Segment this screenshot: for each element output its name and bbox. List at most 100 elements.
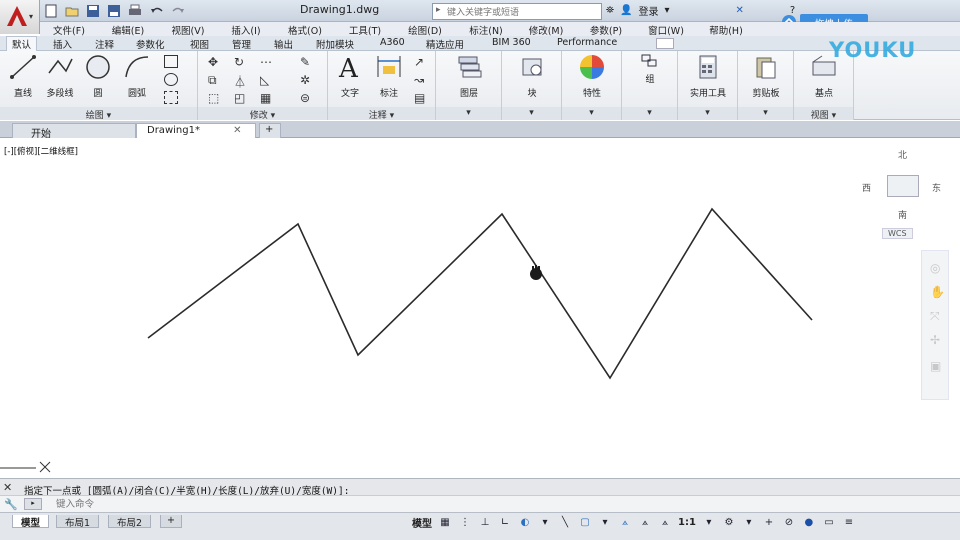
tab-insert[interactable]: 插入: [53, 37, 72, 51]
tab-featured-apps[interactable]: 精选应用: [426, 37, 464, 51]
annotate-panel-title[interactable]: 注释 ▾: [328, 107, 435, 121]
offset-icon[interactable]: ⊜: [300, 91, 314, 105]
drawing-area[interactable]: [-][俯视][二维线框] 北 西 东 南 WCS ◎ ✋ ⤧ ✢ ▣: [0, 138, 960, 476]
block-tool[interactable]: 块: [517, 53, 547, 99]
multileader-icon[interactable]: ↝: [414, 73, 428, 87]
orbit-icon[interactable]: ✢: [930, 333, 940, 347]
scale-icon[interactable]: ◰: [234, 91, 248, 105]
clean-screen-icon[interactable]: ▭: [822, 517, 836, 529]
tab-default[interactable]: 默认: [6, 36, 38, 51]
menu-item-view[interactable]: 视图(V): [158, 22, 218, 37]
add-layout-button[interactable]: +: [160, 515, 182, 528]
menu-item-draw[interactable]: 绘图(D): [394, 22, 456, 37]
drawing-canvas[interactable]: [0, 138, 960, 476]
new-file-icon[interactable]: [44, 4, 60, 18]
clipboard-panel-title[interactable]: ▾: [738, 107, 793, 120]
menu-item-format[interactable]: 格式(O): [274, 22, 336, 37]
menu-item-file[interactable]: 文件(F): [40, 22, 98, 37]
utilities-panel-title[interactable]: ▾: [678, 107, 737, 120]
fillet-icon[interactable]: ◺: [260, 73, 274, 87]
search-input[interactable]: 键入关键字或短语: [432, 3, 602, 20]
steering-wheel-icon[interactable]: ◎: [930, 261, 940, 275]
close-command-line-icon[interactable]: ✕: [3, 481, 12, 494]
groups-panel-title[interactable]: ▾: [622, 107, 677, 120]
rotate-icon[interactable]: ↻: [234, 55, 248, 69]
polyline-shape[interactable]: [147, 207, 813, 380]
chevron-down-icon[interactable]: ▾: [538, 517, 552, 529]
viewcube-top-face[interactable]: [887, 175, 919, 197]
dimension-tool[interactable]: 标注: [372, 53, 406, 99]
chevron-down-icon[interactable]: ▾: [598, 517, 612, 529]
copy-icon[interactable]: ⧉: [208, 73, 222, 87]
undo-icon[interactable]: [149, 4, 165, 18]
erase-icon[interactable]: ✎: [300, 55, 314, 69]
tab-a360[interactable]: A360: [380, 37, 405, 48]
chevron-down-icon[interactable]: ▾: [742, 517, 756, 529]
save-as-icon[interactable]: [107, 4, 123, 18]
menu-item-window[interactable]: 窗口(W): [636, 22, 696, 37]
zoom-extents-icon[interactable]: ⤧: [930, 309, 940, 324]
viewcube-north[interactable]: 北: [898, 148, 907, 161]
object-snap-icon[interactable]: ▢: [578, 517, 592, 529]
wcs-menu[interactable]: WCS: [882, 228, 913, 239]
print-icon[interactable]: [128, 4, 144, 18]
chevron-down-icon[interactable]: ▾: [702, 517, 716, 529]
table-icon[interactable]: ▤: [414, 91, 428, 105]
group-tool[interactable]: 组: [636, 53, 664, 85]
menu-item-help[interactable]: 帮助(H): [696, 22, 756, 37]
snap-icon[interactable]: ⋮: [458, 517, 472, 529]
menu-item-parametric[interactable]: 参数(P): [576, 22, 636, 37]
layout-tab-model[interactable]: 模型: [12, 515, 50, 529]
tab-output[interactable]: 输出: [274, 37, 293, 51]
viewcube[interactable]: 北 西 东 南 WCS: [862, 146, 946, 239]
viewcube-south[interactable]: 南: [898, 208, 907, 221]
customization-menu-icon[interactable]: ≡: [842, 517, 856, 529]
grid-icon[interactable]: ▦: [438, 517, 452, 529]
isodraft-icon[interactable]: ╲: [558, 517, 572, 529]
text-tool[interactable]: A 文字: [334, 53, 366, 99]
polar-tracking-icon[interactable]: ◐: [518, 517, 532, 529]
exchange-icon[interactable]: ✕: [735, 5, 743, 16]
leader-icon[interactable]: ↗: [414, 55, 428, 69]
ortho-icon[interactable]: ∟: [498, 517, 512, 529]
isolate-objects-icon[interactable]: ●: [802, 517, 816, 529]
login-link[interactable]: 登录: [638, 3, 658, 18]
modify-panel-title[interactable]: 修改 ▾: [198, 107, 327, 121]
view-panel-title[interactable]: 视图 ▾: [794, 107, 853, 121]
block-panel-title[interactable]: ▾: [502, 107, 561, 120]
explode-icon[interactable]: ✲: [300, 73, 314, 87]
customize-wrench-icon[interactable]: 🔧: [4, 498, 18, 511]
hatch-icon[interactable]: [164, 91, 178, 104]
recent-commands-icon[interactable]: ▸: [24, 498, 42, 510]
viewcube-west[interactable]: 西: [862, 181, 871, 194]
array-icon[interactable]: ▦: [260, 91, 274, 105]
command-input[interactable]: [56, 497, 656, 512]
redo-icon[interactable]: [170, 4, 186, 18]
annotation-visibility-icon[interactable]: ⟑: [618, 517, 632, 529]
minimize-ribbon-button[interactable]: [656, 38, 674, 49]
stretch-icon[interactable]: ⬚: [208, 91, 222, 105]
menu-item-insert[interactable]: 插入(I): [218, 22, 274, 37]
infer-constraints-icon[interactable]: ⊥: [478, 517, 492, 529]
chevron-down-icon[interactable]: ▾: [664, 5, 669, 16]
clipboard-tool[interactable]: 剪贴板: [744, 53, 788, 99]
layout-tab-1[interactable]: 布局1: [56, 515, 100, 529]
annotation-monitor-icon[interactable]: +: [762, 517, 776, 529]
properties-tool[interactable]: 特性: [577, 53, 607, 99]
polyline-tool[interactable]: 多段线: [40, 53, 80, 99]
tab-annotate[interactable]: 注释: [95, 37, 114, 51]
close-tab-icon[interactable]: ✕: [233, 125, 241, 136]
open-folder-icon[interactable]: [65, 4, 81, 18]
pan-icon[interactable]: ✋: [930, 285, 945, 299]
mirror-icon[interactable]: ⏃: [234, 73, 248, 89]
move-icon[interactable]: ✥: [208, 55, 222, 69]
showmotion-icon[interactable]: ▣: [930, 359, 941, 373]
layout-tab-2[interactable]: 布局2: [108, 515, 152, 529]
properties-panel-title[interactable]: ▾: [562, 107, 621, 120]
units-icon[interactable]: ⊘: [782, 517, 796, 529]
ellipse-icon[interactable]: [164, 73, 178, 86]
trim-icon[interactable]: ⋯: [260, 55, 274, 69]
viewcube-east[interactable]: 东: [932, 181, 941, 194]
layers-panel-title[interactable]: ▾: [436, 107, 501, 120]
model-space-button[interactable]: 模型: [412, 515, 432, 530]
